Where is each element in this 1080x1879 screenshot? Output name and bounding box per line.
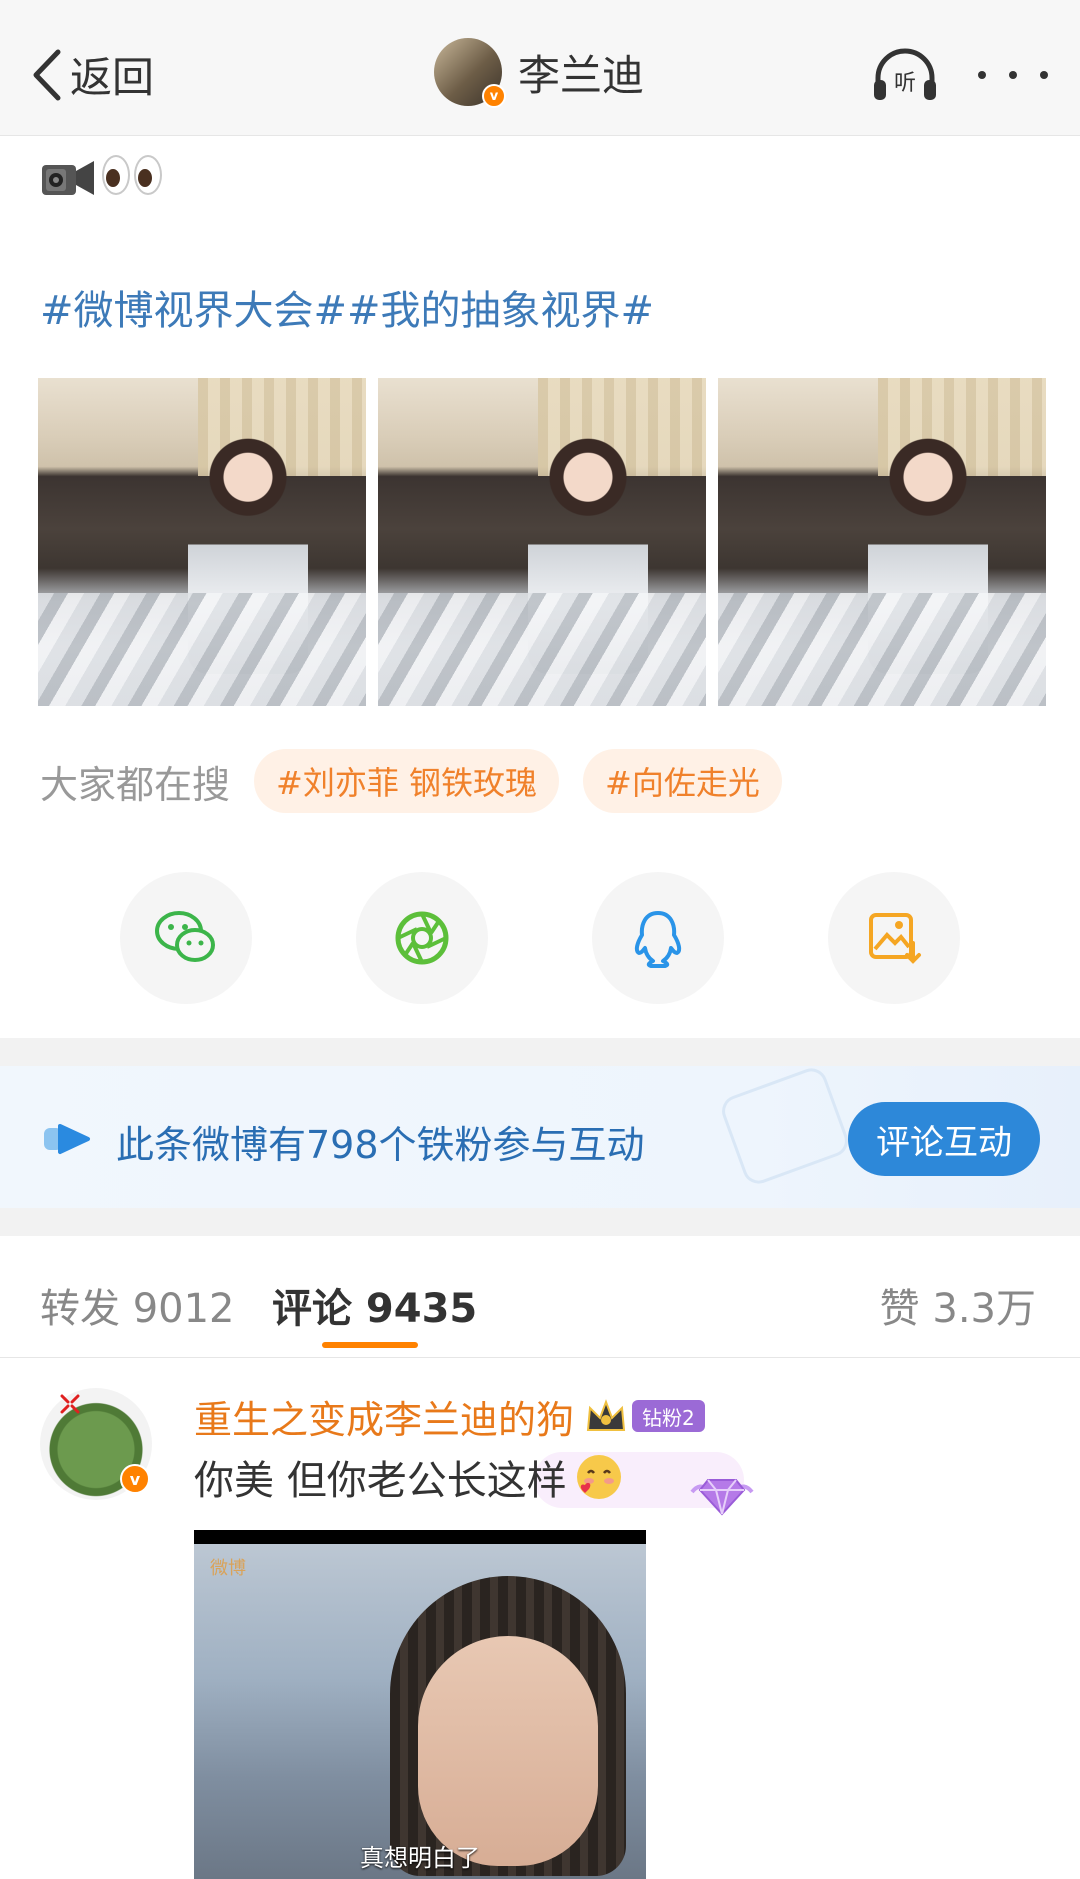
- comment-avatar[interactable]: v: [40, 1388, 152, 1500]
- comment-username[interactable]: 重生之变成李兰迪的狗: [194, 1389, 574, 1444]
- post-photo-grid: [38, 378, 1046, 706]
- chevron-left-icon: [33, 49, 61, 100]
- crown-icon: [586, 1399, 626, 1431]
- back-button[interactable]: 返回: [30, 44, 154, 105]
- post-photo[interactable]: [718, 378, 1046, 706]
- back-label: 返回: [70, 53, 155, 102]
- post-photo[interactable]: [378, 378, 706, 706]
- blushing-heart-emoji-icon: [576, 1455, 621, 1499]
- eyes-icon: [102, 155, 164, 201]
- verified-badge-icon: v: [120, 1464, 150, 1494]
- post-emoji-line: [40, 150, 164, 206]
- anger-mark-icon: [60, 1394, 80, 1414]
- profile-title[interactable]: v 李兰迪: [434, 38, 645, 108]
- fan-level-badge: 钻粉2: [632, 1400, 705, 1432]
- iron-fans-banner: 此条微博有798个铁粉参与互动 评论互动: [0, 1066, 1080, 1208]
- hot-search-label: 大家都在搜: [40, 762, 231, 807]
- hot-search-row: 大家都在搜 #刘亦菲 钢铁玫瑰 #向佐走光: [40, 748, 806, 814]
- interaction-tabs: 转发 9012 评论 9435 赞 3.3万: [0, 1236, 1080, 1358]
- hot-search-tag[interactable]: #向佐走光: [583, 749, 782, 813]
- decoration-icon: [717, 1066, 853, 1189]
- listen-label: 听: [894, 71, 916, 96]
- section-divider: [0, 1038, 1080, 1066]
- wechat-icon: [155, 911, 215, 962]
- tab-repost[interactable]: 转发 9012: [40, 1276, 235, 1334]
- video-camera-icon: [42, 161, 94, 195]
- share-save-image-button[interactable]: [828, 872, 960, 1004]
- post-photo[interactable]: [38, 378, 366, 706]
- comment-body: 你美 但你老公长这样: [194, 1444, 744, 1510]
- hot-search-tag[interactable]: #刘亦菲 钢铁玫瑰: [254, 749, 560, 813]
- save-image-icon: [869, 913, 921, 964]
- image-subtitle: 真想明白了: [360, 1844, 480, 1872]
- iron-fans-text: 此条微博有798个铁粉参与互动: [116, 1123, 645, 1167]
- play-fans-icon: [44, 1124, 90, 1154]
- share-qq-button[interactable]: [592, 872, 724, 1004]
- avatar[interactable]: v: [434, 38, 506, 108]
- tab-comment[interactable]: 评论 9435: [272, 1276, 477, 1334]
- share-wechat-button[interactable]: [120, 872, 252, 1004]
- verified-badge-icon: v: [482, 84, 506, 108]
- page-title: 李兰迪: [518, 50, 645, 100]
- comment-image[interactable]: 微博 真想明白了: [194, 1530, 646, 1879]
- section-divider: [0, 1208, 1080, 1236]
- comment-text: 你美 但你老公长这样: [194, 1458, 567, 1504]
- share-moments-button[interactable]: [356, 872, 488, 1004]
- post-hashtags[interactable]: #微博视界大会##我的抽象视界#: [40, 278, 654, 336]
- image-watermark: 微博: [210, 1558, 246, 1579]
- comment-header: 重生之变成李兰迪的狗 钻粉2: [194, 1388, 705, 1444]
- listen-headphones-icon[interactable]: 听: [870, 48, 940, 104]
- diamond-badge-icon: [690, 1479, 754, 1516]
- top-nav-bar: 返回 v 李兰迪 听: [0, 0, 1080, 136]
- moments-icon: [395, 911, 449, 965]
- comment-interact-button[interactable]: 评论互动: [848, 1102, 1040, 1176]
- qq-icon: [634, 911, 682, 968]
- active-tab-indicator: [322, 1342, 418, 1348]
- tab-like[interactable]: 赞 3.3万: [880, 1276, 1036, 1334]
- share-row: [120, 872, 960, 1004]
- more-options-icon[interactable]: [978, 60, 1048, 90]
